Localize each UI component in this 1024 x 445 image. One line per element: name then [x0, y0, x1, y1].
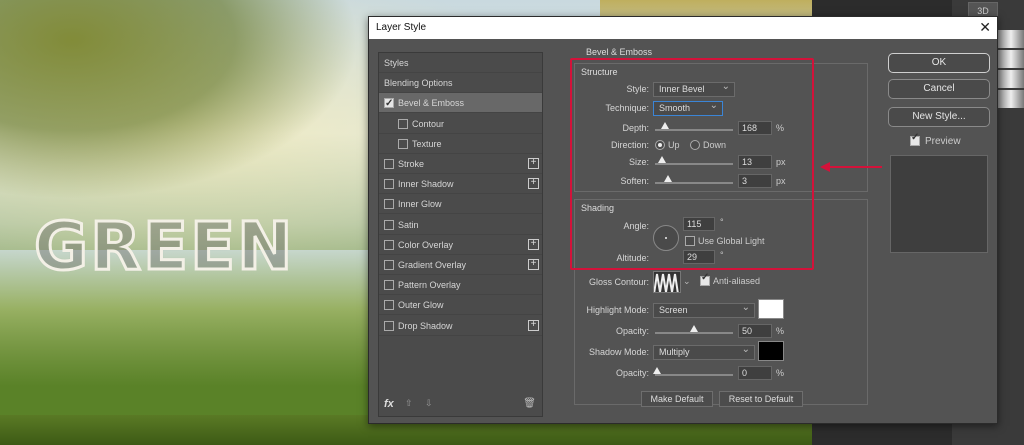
highlight-opacity-label: Opacity: — [615, 326, 649, 336]
tree-canopy — [0, 0, 360, 200]
close-icon[interactable]: ✕ — [979, 19, 991, 36]
style-list-label: Drop Shadow — [398, 320, 453, 331]
style-list-label: Stroke — [398, 159, 425, 169]
style-list-label: Pattern Overlay — [398, 280, 461, 291]
layer-thumbnails — [998, 30, 1024, 110]
shadow-mode-label: Shadow Mode: — [588, 347, 649, 357]
style-list-label: Bevel & Emboss — [398, 98, 465, 109]
style-list-label: Outer Glow — [398, 300, 444, 311]
style-list-checkbox[interactable] — [384, 260, 394, 270]
add-effect-icon[interactable]: + — [528, 238, 539, 250]
new-style-button[interactable]: New Style... — [888, 107, 990, 127]
gloss-contour-icon — [654, 273, 679, 292]
gloss-contour-label: Gloss Contour: — [588, 277, 649, 287]
style-list-checkbox[interactable] — [398, 138, 408, 149]
style-list-item[interactable]: Inner Glow — [379, 194, 542, 215]
style-list-item[interactable]: Color Overlay + — [379, 235, 542, 255]
highlight-color-swatch[interactable] — [758, 299, 784, 319]
anti-aliased-label: Anti-aliased — [713, 276, 761, 286]
style-list-checkbox[interactable] — [384, 159, 394, 169]
style-list-checkbox[interactable] — [384, 94, 394, 114]
style-list-label: Satin — [398, 219, 419, 230]
style-list-checkbox[interactable] — [384, 280, 394, 291]
style-list-label: Texture — [412, 138, 442, 149]
make-default-button[interactable]: Make Default — [641, 391, 713, 407]
highlight-opacity-slider-track[interactable] — [655, 332, 733, 334]
style-list-item[interactable]: Drop Shadow + — [379, 316, 542, 336]
style-list-item[interactable]: Inner Shadow + — [379, 174, 542, 195]
shadow-opacity-unit: % — [776, 368, 785, 378]
layer-thumbnail[interactable] — [998, 30, 1024, 48]
layer-thumbnail[interactable] — [998, 50, 1024, 68]
style-list-item[interactable]: Contour — [379, 114, 542, 134]
style-list-checkbox[interactable] — [384, 219, 394, 230]
style-list-label: Inner Glow — [398, 199, 442, 210]
style-list-checkbox[interactable] — [384, 320, 394, 331]
style-list-item[interactable]: Gradient Overlay + — [379, 255, 542, 275]
preview-checkbox[interactable] — [910, 132, 920, 146]
shadow-mode-dropdown[interactable]: Multiply — [653, 343, 755, 360]
highlight-opacity-slider-knob[interactable] — [690, 325, 698, 332]
style-list-checkbox[interactable] — [384, 239, 394, 250]
add-effect-icon[interactable]: + — [528, 319, 539, 331]
style-list-label: Color Overlay — [398, 239, 454, 250]
style-list-checkbox[interactable] — [398, 118, 408, 129]
style-list-label: Blending Options — [384, 78, 453, 89]
style-list-item[interactable]: Texture — [379, 134, 542, 154]
style-list-label: Styles — [384, 58, 409, 68]
gloss-contour-dropdown-icon[interactable]: ⌄ — [683, 276, 691, 287]
style-list-label: Inner Shadow — [398, 179, 454, 190]
shadow-color-swatch[interactable] — [758, 341, 784, 361]
annotation-arrow-icon — [820, 162, 882, 172]
ok-button[interactable]: OK — [888, 53, 990, 73]
canvas-text-green: GREEN — [32, 207, 295, 287]
add-effect-icon[interactable]: + — [528, 158, 539, 169]
highlight-opacity-input[interactable]: 50 — [738, 324, 772, 338]
highlight-mode-label: Highlight Mode: — [586, 305, 649, 315]
style-list: Styles Blending Options Bevel & Emboss Cont… — [378, 52, 543, 417]
shadow-opacity-slider-track[interactable] — [655, 374, 733, 376]
section-title: Bevel & Emboss — [586, 47, 653, 57]
annotation-highlight-box — [570, 58, 814, 270]
dialog-titlebar[interactable]: Layer Style ✕ — [369, 17, 997, 39]
reset-to-default-button[interactable]: Reset to Default — [719, 391, 803, 407]
shadow-opacity-slider-knob[interactable] — [653, 367, 661, 374]
style-list-item[interactable]: Pattern Overlay — [379, 275, 542, 296]
style-list-item[interactable]: Stroke + — [379, 154, 542, 174]
gloss-contour-picker[interactable] — [653, 271, 681, 293]
highlight-opacity-unit: % — [776, 326, 785, 336]
style-list-checkbox[interactable] — [384, 300, 394, 311]
anti-aliased-checkbox[interactable] — [700, 272, 710, 286]
layer-thumbnail[interactable] — [998, 90, 1024, 108]
preview-label: Preview — [925, 136, 961, 147]
style-list-item[interactable]: Bevel & Emboss — [379, 93, 542, 114]
highlight-mode-dropdown[interactable]: Screen — [653, 301, 755, 318]
preview-thumbnail — [890, 155, 988, 253]
style-list-checkbox[interactable] — [384, 179, 394, 190]
trash-icon[interactable]: 🗑 — [523, 398, 536, 409]
layer-thumbnail[interactable] — [998, 70, 1024, 88]
style-list-footer: fx ⇧ ⇩ 🗑 — [379, 394, 542, 416]
style-list-label: Contour — [412, 118, 445, 129]
shadow-opacity-label: Opacity: — [615, 368, 649, 378]
cancel-button[interactable]: Cancel — [888, 79, 990, 99]
add-effect-icon[interactable]: + — [528, 178, 539, 190]
style-list-item[interactable]: Satin — [379, 215, 542, 235]
move-down-icon[interactable]: ⇩ — [425, 398, 433, 409]
style-list-item[interactable]: Styles — [379, 53, 542, 73]
style-list-item[interactable]: Outer Glow — [379, 295, 542, 316]
add-effect-icon[interactable]: + — [528, 259, 539, 270]
style-list-item[interactable]: Blending Options — [379, 73, 542, 94]
dialog-title: Layer Style — [376, 22, 427, 33]
style-list-label: Gradient Overlay — [398, 260, 467, 270]
move-up-icon[interactable]: ⇧ — [405, 398, 413, 409]
fx-icon[interactable]: fx — [384, 398, 394, 410]
shadow-opacity-input[interactable]: 0 — [738, 366, 772, 380]
style-list-checkbox[interactable] — [384, 199, 394, 210]
